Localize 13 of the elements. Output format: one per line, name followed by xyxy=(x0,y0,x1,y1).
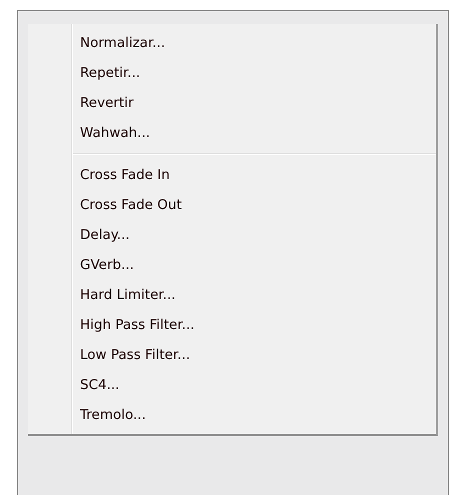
menu-item[interactable]: Normalizar... xyxy=(28,28,436,58)
menu-item[interactable]: Wahwah... xyxy=(28,118,436,148)
menu-item[interactable]: Low Pass Filter... xyxy=(28,340,436,370)
menu-item[interactable]: Delay... xyxy=(28,220,436,250)
menu-item[interactable]: Revertir xyxy=(28,88,436,118)
menu-item[interactable]: High Pass Filter... xyxy=(28,310,436,340)
menu-item[interactable]: Cross Fade In xyxy=(28,160,436,190)
menu-item[interactable]: Cross Fade Out xyxy=(28,190,436,220)
menu-item[interactable]: Hard Limiter... xyxy=(28,280,436,310)
menu-item[interactable]: GVerb... xyxy=(28,250,436,280)
menu-item[interactable]: Tremolo... xyxy=(28,400,436,430)
menu-item[interactable]: SC4... xyxy=(28,370,436,400)
menu-item[interactable]: Repetir... xyxy=(28,58,436,88)
